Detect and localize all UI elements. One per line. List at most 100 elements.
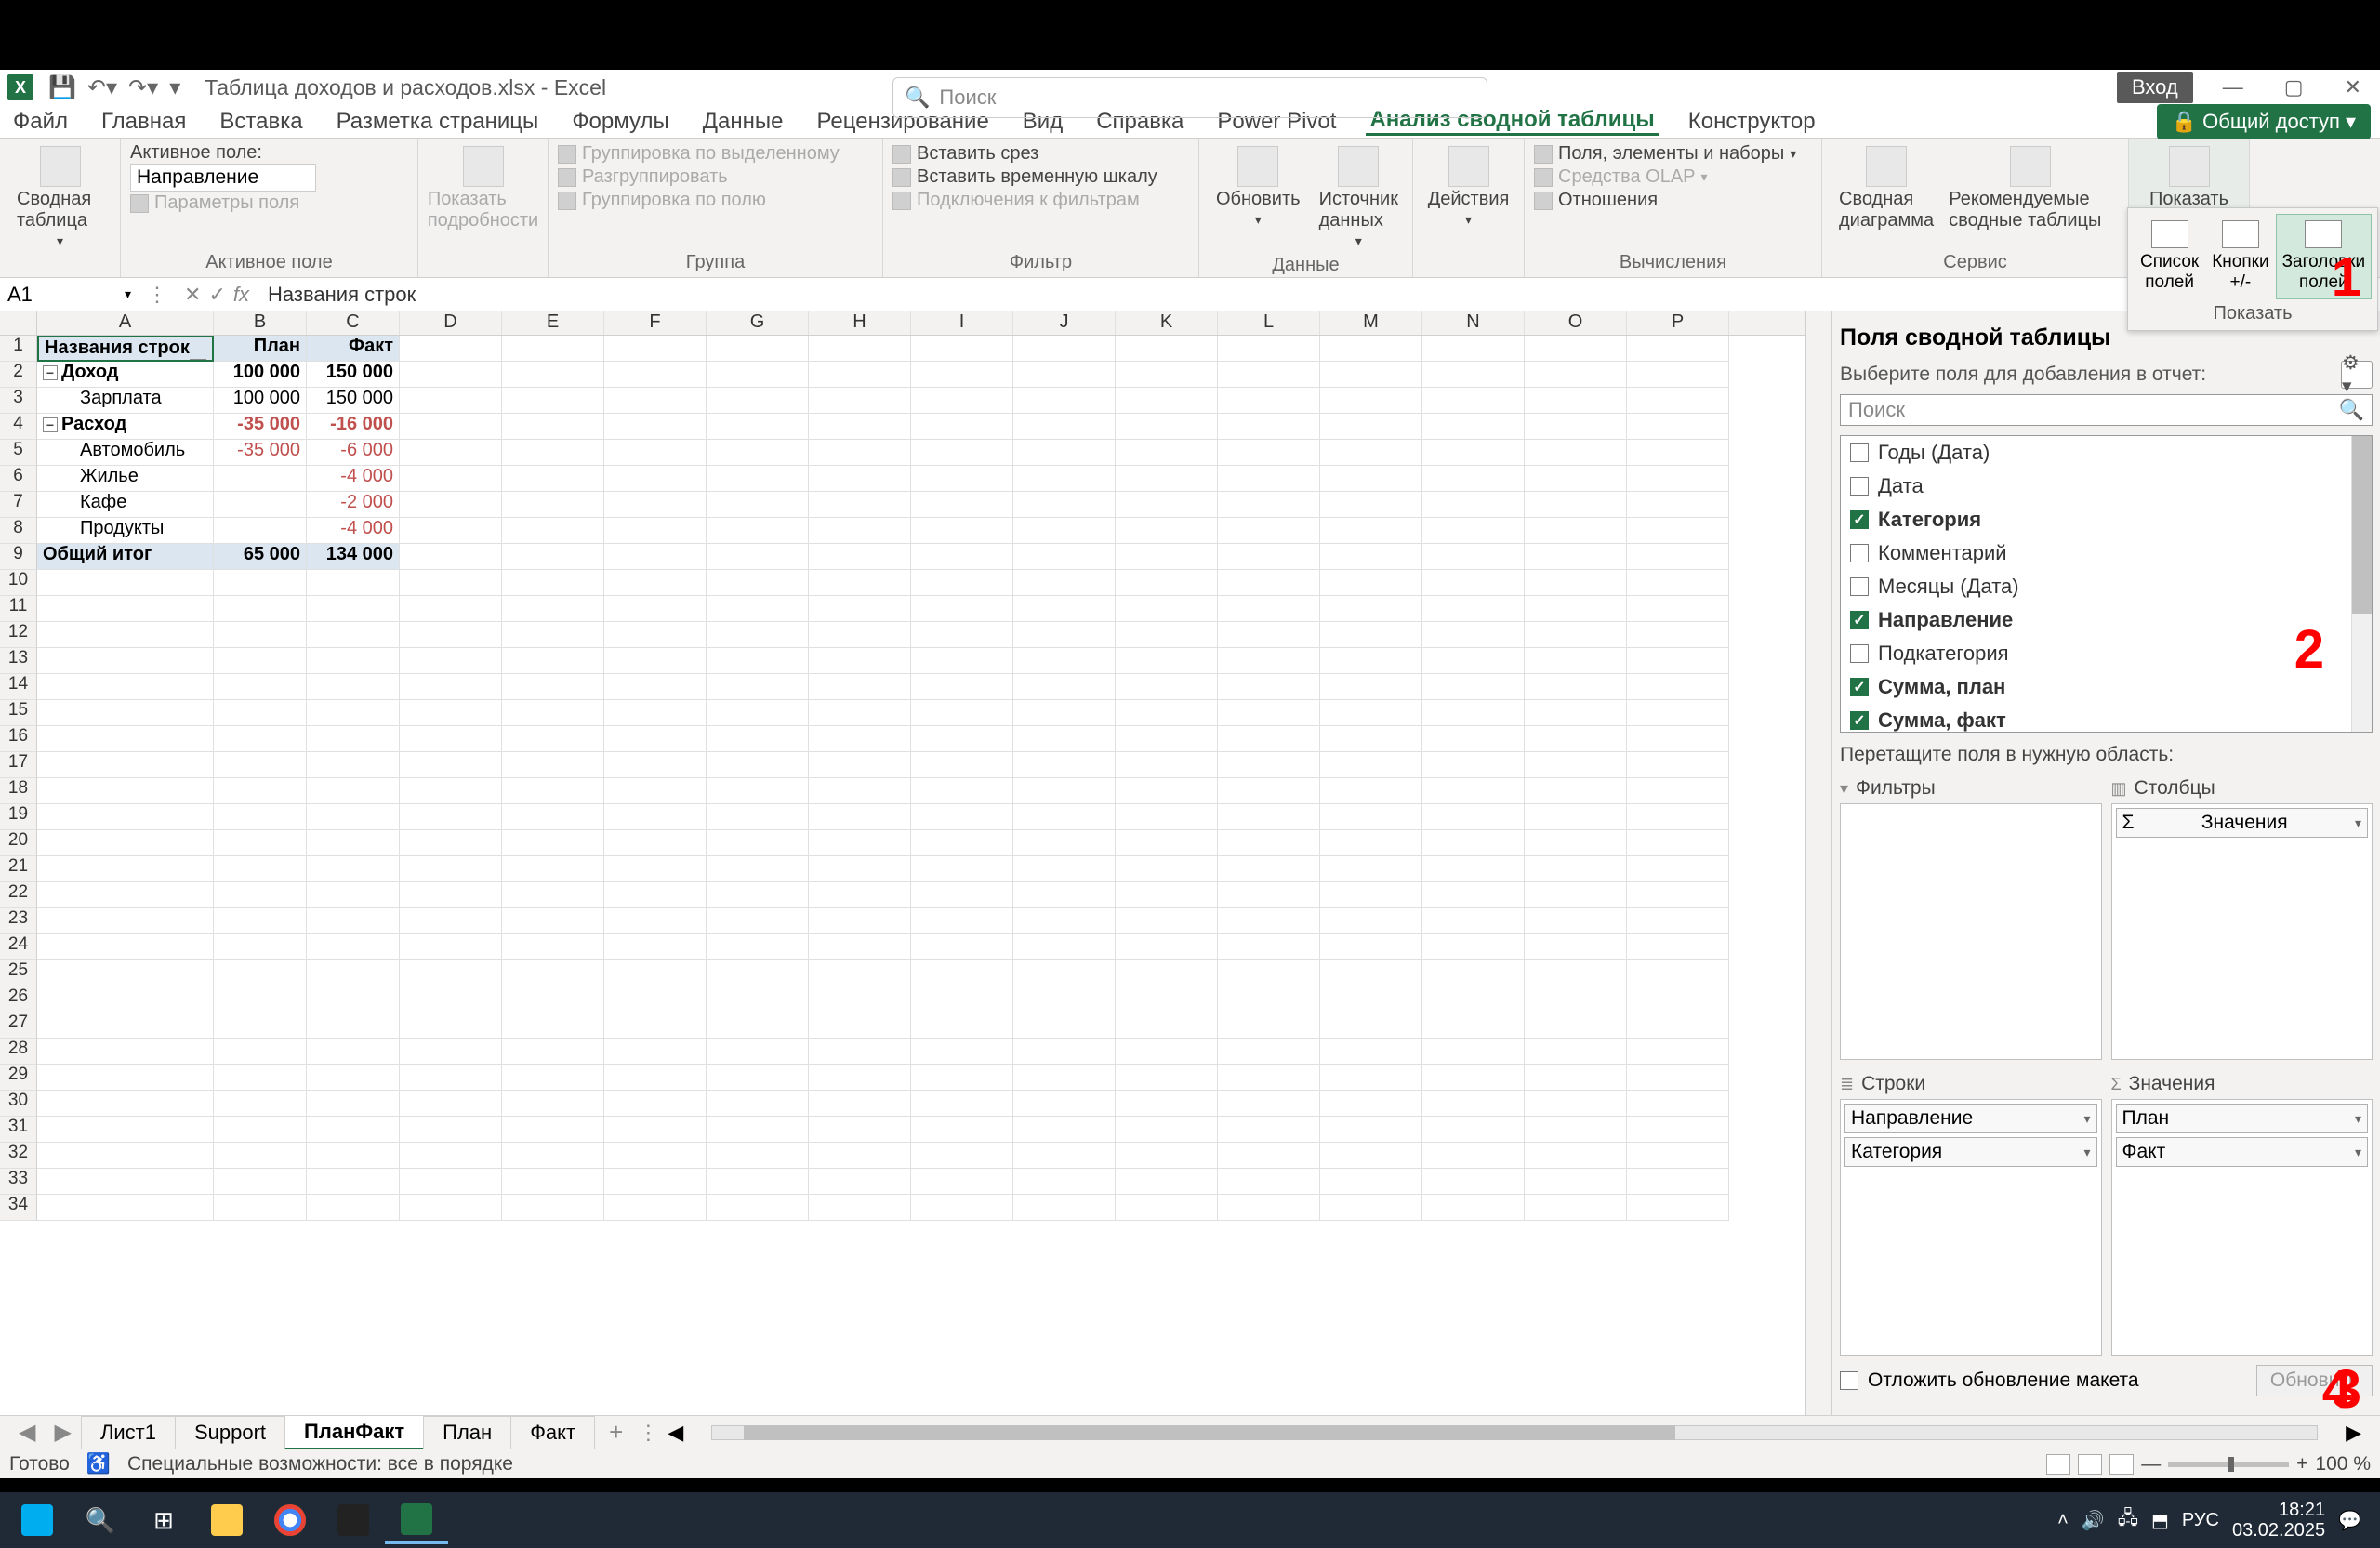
customize-qat-icon[interactable]: ▾ — [169, 74, 180, 101]
cell[interactable] — [502, 388, 604, 414]
cell[interactable] — [502, 336, 604, 362]
cell[interactable] — [604, 960, 707, 986]
cell[interactable] — [1013, 1117, 1116, 1143]
cell[interactable] — [1013, 440, 1116, 466]
cell[interactable] — [307, 778, 400, 804]
cell[interactable] — [214, 1039, 307, 1065]
update-button[interactable]: Обновить — [2256, 1365, 2373, 1396]
cell[interactable] — [1320, 1039, 1422, 1065]
cell[interactable] — [809, 752, 911, 778]
cell[interactable] — [1525, 882, 1627, 908]
cell[interactable] — [1627, 622, 1729, 648]
row-header[interactable]: 19 — [0, 804, 37, 830]
cell[interactable] — [604, 596, 707, 622]
cell[interactable] — [809, 414, 911, 440]
cell[interactable] — [604, 830, 707, 856]
cell[interactable] — [1422, 518, 1525, 544]
cell[interactable] — [809, 1117, 911, 1143]
cell[interactable] — [707, 882, 809, 908]
cell[interactable] — [502, 1065, 604, 1091]
row-header[interactable]: 33 — [0, 1169, 37, 1195]
relationships-button[interactable]: Отношения — [1534, 189, 1812, 212]
cell[interactable] — [1627, 908, 1729, 934]
cell[interactable] — [707, 1012, 809, 1039]
cell[interactable] — [1627, 752, 1729, 778]
cell[interactable] — [1627, 934, 1729, 960]
cell[interactable] — [214, 882, 307, 908]
cell[interactable] — [809, 830, 911, 856]
cell[interactable] — [1218, 934, 1320, 960]
cell[interactable] — [1218, 830, 1320, 856]
cell[interactable] — [1422, 466, 1525, 492]
cell[interactable] — [1013, 362, 1116, 388]
cell[interactable] — [214, 1143, 307, 1169]
cell[interactable] — [1422, 804, 1525, 830]
cell[interactable] — [911, 804, 1013, 830]
cell[interactable] — [1422, 830, 1525, 856]
cell[interactable] — [911, 934, 1013, 960]
cell[interactable]: −Доход — [37, 362, 214, 388]
cell[interactable] — [1013, 648, 1116, 674]
cell[interactable] — [400, 1039, 502, 1065]
val-item-plan[interactable]: План▾ — [2116, 1104, 2369, 1133]
cell[interactable] — [707, 856, 809, 882]
cell[interactable] — [400, 856, 502, 882]
cell[interactable]: 65 000 — [214, 544, 307, 570]
cell[interactable]: Жилье — [37, 466, 214, 492]
cell[interactable] — [214, 648, 307, 674]
cell[interactable] — [604, 1065, 707, 1091]
cell[interactable] — [1422, 726, 1525, 752]
cell[interactable] — [1525, 1012, 1627, 1039]
cell[interactable] — [1320, 466, 1422, 492]
cell[interactable] — [214, 726, 307, 752]
cell[interactable] — [1422, 674, 1525, 700]
row-item-category[interactable]: Категория▾ — [1844, 1137, 2097, 1167]
cell[interactable] — [911, 1039, 1013, 1065]
cell[interactable] — [1627, 726, 1729, 752]
row-header[interactable]: 29 — [0, 1065, 37, 1091]
cell[interactable] — [400, 466, 502, 492]
row-header[interactable]: 14 — [0, 674, 37, 700]
cell[interactable] — [1320, 648, 1422, 674]
cell[interactable] — [1218, 518, 1320, 544]
columns-dropzone[interactable]: Σ Значения▾ — [2111, 803, 2373, 1060]
cell[interactable] — [1218, 1065, 1320, 1091]
cell[interactable] — [1422, 856, 1525, 882]
field-item-sum-plan[interactable]: ✓Сумма, план — [1841, 670, 2372, 704]
rows-dropzone[interactable]: Направление▾ Категория▾ — [1840, 1099, 2102, 1356]
pivotchart-button[interactable]: Сводная диаграмма — [1831, 142, 1941, 235]
field-item-subcategory[interactable]: Подкатегория — [1841, 637, 2372, 670]
cell[interactable] — [911, 960, 1013, 986]
cell[interactable] — [1320, 1065, 1422, 1091]
cell[interactable] — [911, 414, 1013, 440]
sheet-prev-icon[interactable]: ◀ — [9, 1419, 45, 1446]
cell[interactable] — [809, 1039, 911, 1065]
cell[interactable] — [604, 882, 707, 908]
cell[interactable] — [37, 882, 214, 908]
cell[interactable] — [911, 1012, 1013, 1039]
cell[interactable] — [1116, 830, 1218, 856]
cell[interactable] — [400, 882, 502, 908]
cell[interactable] — [214, 518, 307, 544]
cell[interactable] — [502, 648, 604, 674]
cell[interactable] — [911, 674, 1013, 700]
cell[interactable] — [1218, 1039, 1320, 1065]
cell[interactable] — [1116, 882, 1218, 908]
cell[interactable] — [1525, 934, 1627, 960]
cell[interactable] — [1525, 492, 1627, 518]
cell[interactable] — [1116, 908, 1218, 934]
cancel-icon[interactable]: ✕ — [184, 283, 201, 307]
cell[interactable] — [307, 830, 400, 856]
cell[interactable] — [37, 830, 214, 856]
cell[interactable] — [400, 674, 502, 700]
cell[interactable] — [1525, 830, 1627, 856]
cell[interactable] — [1627, 1117, 1729, 1143]
cell[interactable] — [1422, 908, 1525, 934]
cell[interactable] — [502, 882, 604, 908]
cell[interactable]: 150 000 — [307, 362, 400, 388]
cell[interactable] — [502, 960, 604, 986]
cell[interactable] — [37, 1143, 214, 1169]
cell[interactable] — [707, 960, 809, 986]
cell[interactable]: 150 000 — [307, 388, 400, 414]
grid[interactable]: 1Названия строк▼ПланФакт2−Доход100 00015… — [0, 336, 1805, 1415]
